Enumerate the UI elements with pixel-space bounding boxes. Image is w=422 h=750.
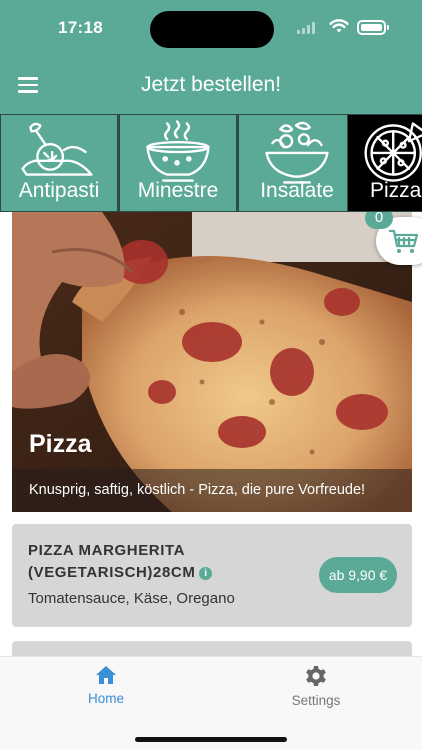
category-label: Insalate: [260, 179, 334, 202]
category-insalate[interactable]: Insalate: [238, 114, 356, 212]
cart-count-badge: 0: [365, 212, 393, 229]
signal-icon: [297, 22, 317, 34]
antipasti-plate-icon: [21, 122, 93, 176]
hero-title: Pizza: [29, 430, 92, 458]
category-hero: Pizza Knusprig, saftig, köstlich - Pizza…: [12, 212, 412, 512]
menu-content[interactable]: Pizza Knusprig, saftig, köstlich - Pizza…: [0, 212, 422, 656]
hero-subtitle: Knusprig, saftig, köstlich - Pizza, die …: [29, 482, 366, 498]
menu-item-name-text: PIZZA MARGHERITA (VEGETARISCH)28CM: [28, 542, 196, 581]
pizza-icon: [364, 122, 422, 182]
category-antipasti[interactable]: Antipasti: [0, 114, 118, 212]
menu-item[interactable]: [12, 641, 412, 656]
category-label: Antipasti: [18, 179, 100, 202]
menu-item-name: PIZZA MARGHERITA (VEGETARISCH)28CM i: [28, 540, 308, 584]
battery-icon: [357, 20, 389, 35]
wifi-icon: [329, 19, 349, 33]
category-label: Pizza: [370, 179, 422, 202]
nav-home-label: Home: [87, 691, 124, 706]
page-title: Jetzt bestellen!: [140, 73, 282, 96]
home-indicator: [135, 737, 287, 742]
soup-bowl-icon: [146, 120, 210, 182]
dynamic-island: [150, 11, 274, 48]
category-pizza[interactable]: Pizza: [347, 114, 422, 212]
info-icon[interactable]: i: [199, 567, 213, 580]
category-strip[interactable]: Antipasti Minestre Insalate Pizza: [0, 114, 422, 212]
nav-settings[interactable]: Settings: [246, 665, 386, 715]
bottom-navigation: Home Settings: [0, 656, 422, 750]
category-label: Minestre: [137, 179, 219, 202]
status-time: 17:18: [58, 18, 103, 37]
app-header: 17:18 Jetzt bestellen!: [0, 0, 422, 114]
salad-bowl-icon: [265, 121, 329, 184]
gear-icon: [306, 666, 326, 686]
nav-home[interactable]: Home: [36, 665, 176, 715]
menu-item-description: Tomatensauce, Käse, Oregano: [28, 590, 235, 607]
home-icon: [96, 666, 116, 684]
nav-settings-label: Settings: [291, 693, 341, 708]
category-minestre[interactable]: Minestre: [119, 114, 237, 212]
menu-item[interactable]: PIZZA MARGHERITA (VEGETARISCH)28CM i Toma…: [12, 524, 412, 627]
shopping-cart-icon: [389, 229, 419, 253]
price-button[interactable]: ab 9,90 €: [319, 557, 397, 593]
pizza-photo: [12, 212, 412, 512]
